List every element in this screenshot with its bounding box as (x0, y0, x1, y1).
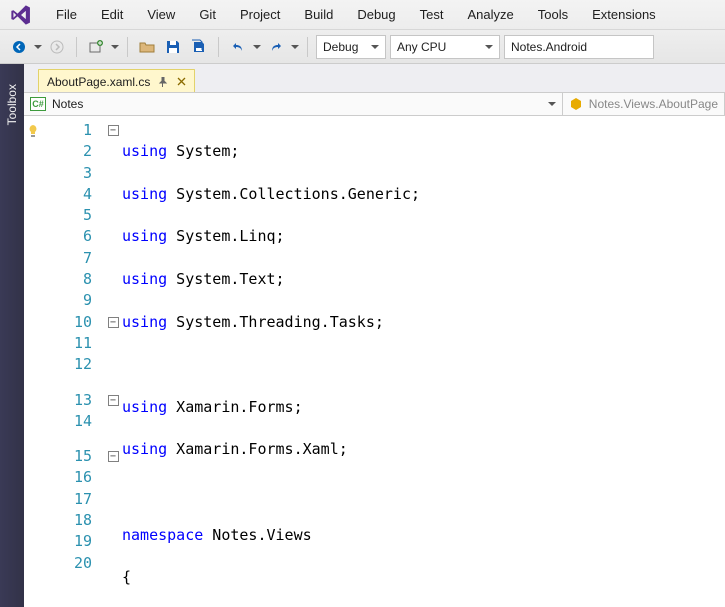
chevron-down-icon[interactable] (111, 45, 119, 49)
csharp-icon: C# (30, 97, 46, 111)
separator (127, 37, 128, 57)
nav-class-label: Notes.Views.AboutPage (589, 97, 718, 111)
menu-debug[interactable]: Debug (345, 2, 407, 27)
code-editor[interactable]: 1234567891011121314151617181920 − − − − … (24, 116, 725, 607)
menu-tools[interactable]: Tools (526, 2, 580, 27)
nav-project-dropdown[interactable]: C# Notes (24, 93, 563, 115)
startup-project-dropdown[interactable]: Notes.Android (504, 35, 654, 59)
nav-project-label: Notes (52, 97, 83, 111)
undo-button[interactable] (227, 36, 249, 58)
open-file-button[interactable] (136, 36, 158, 58)
fold-toggle[interactable]: − (108, 317, 119, 328)
menu-file[interactable]: File (44, 2, 89, 27)
menu-extensions[interactable]: Extensions (580, 2, 668, 27)
menu-edit[interactable]: Edit (89, 2, 135, 27)
editor-column: AboutPage.xaml.cs C# Notes Notes.Views.A… (24, 64, 725, 607)
chevron-down-icon (371, 45, 379, 49)
config-value: Debug (323, 40, 358, 54)
nav-class-dropdown[interactable]: Notes.Views.AboutPage (563, 93, 725, 115)
platform-value: Any CPU (397, 40, 446, 54)
file-tab-label: AboutPage.xaml.cs (47, 75, 150, 89)
nav-back-button[interactable] (8, 36, 30, 58)
title-bar: File Edit View Git Project Build Debug T… (0, 0, 725, 30)
menu-git[interactable]: Git (187, 2, 228, 27)
outline-margin: − − − − (104, 116, 122, 607)
menu-project[interactable]: Project (228, 2, 292, 27)
toolbox-panel-tab[interactable]: Toolbox (3, 74, 21, 135)
margin-hints (24, 116, 42, 607)
document-tabstrip: AboutPage.xaml.cs (24, 64, 725, 92)
line-numbers: 1234567891011121314151617181920 (42, 116, 104, 607)
lightbulb-icon[interactable] (26, 124, 40, 138)
toolbar: Debug Any CPU Notes.Android (0, 30, 725, 64)
fold-toggle[interactable]: − (108, 125, 119, 136)
separator (218, 37, 219, 57)
chevron-down-icon (548, 102, 556, 106)
separator (307, 37, 308, 57)
menu-bar: File Edit View Git Project Build Debug T… (44, 2, 668, 27)
fold-toggle[interactable]: − (108, 395, 119, 406)
menu-view[interactable]: View (135, 2, 187, 27)
platform-dropdown[interactable]: Any CPU (390, 35, 500, 59)
nav-forward-button[interactable] (46, 36, 68, 58)
file-tab-aboutpage[interactable]: AboutPage.xaml.cs (38, 69, 195, 93)
left-sidebar: Toolbox (0, 64, 24, 607)
menu-analyze[interactable]: Analyze (455, 2, 525, 27)
chevron-down-icon[interactable] (34, 45, 42, 49)
chevron-down-icon[interactable] (253, 45, 261, 49)
close-icon[interactable] (176, 77, 186, 87)
save-all-button[interactable] (188, 36, 210, 58)
startup-value: Notes.Android (511, 40, 587, 54)
menu-test[interactable]: Test (408, 2, 456, 27)
navigation-bar: C# Notes Notes.Views.AboutPage (24, 92, 725, 116)
code-text[interactable]: using System; using System.Collections.G… (122, 116, 725, 607)
redo-button[interactable] (265, 36, 287, 58)
chevron-down-icon (485, 45, 493, 49)
vs-logo-icon (10, 4, 32, 26)
pin-icon[interactable] (158, 77, 168, 87)
separator (76, 37, 77, 57)
class-icon (569, 97, 583, 111)
new-project-button[interactable] (85, 36, 107, 58)
main-area: Toolbox AboutPage.xaml.cs C# Notes Notes… (0, 64, 725, 607)
menu-build[interactable]: Build (292, 2, 345, 27)
fold-toggle[interactable]: − (108, 451, 119, 462)
save-button[interactable] (162, 36, 184, 58)
config-dropdown[interactable]: Debug (316, 35, 386, 59)
chevron-down-icon[interactable] (291, 45, 299, 49)
